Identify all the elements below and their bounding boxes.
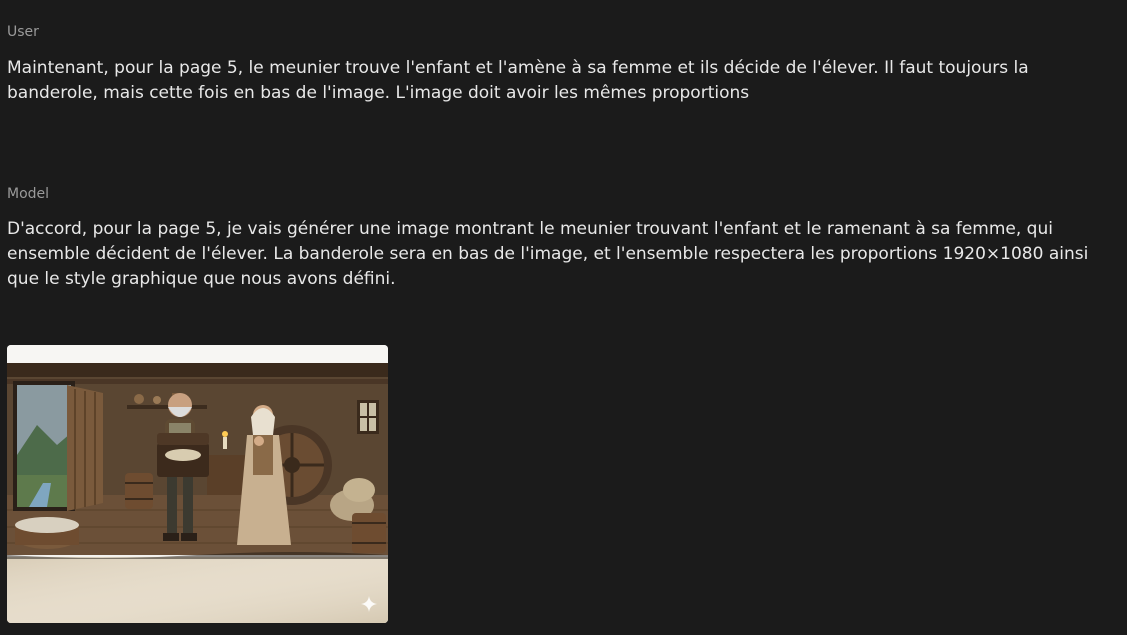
model-message: D'accord, pour la page 5, je vais génére… xyxy=(7,219,1089,289)
illustration-mill-scene xyxy=(7,345,388,623)
chat-transcript: User Maintenant, pour la page 5, le meun… xyxy=(0,0,1127,635)
generated-image[interactable] xyxy=(7,345,388,623)
user-message: Maintenant, pour la page 5, le meunier t… xyxy=(7,58,1029,103)
model-role-label: Model xyxy=(7,186,50,202)
user-role-label: User xyxy=(7,24,39,40)
